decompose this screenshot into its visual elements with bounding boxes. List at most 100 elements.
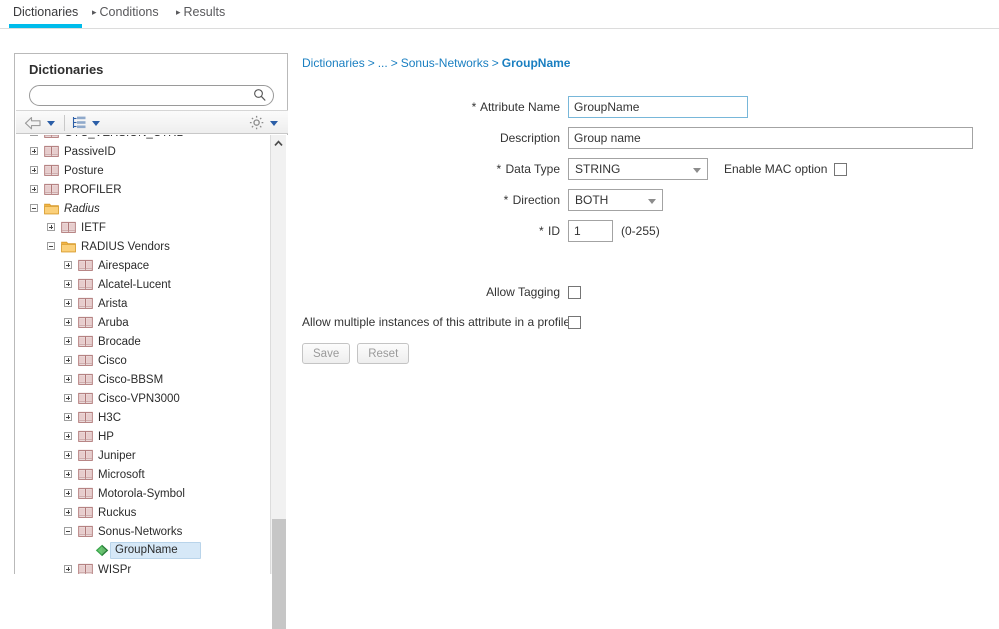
tree-expand-toggle[interactable] xyxy=(64,507,74,518)
tree-item[interactable]: WISPr xyxy=(16,560,270,574)
tree-item-icon xyxy=(61,221,81,234)
tree-item[interactable]: Microsoft xyxy=(16,465,270,484)
direction-select[interactable]: BOTH xyxy=(568,189,663,211)
tree-expand-toggle[interactable] xyxy=(64,317,74,328)
tree-item[interactable]: Ruckus xyxy=(16,503,270,522)
tab-label: Conditions xyxy=(99,5,159,19)
tree-item[interactable]: IETF xyxy=(16,218,270,237)
tree-expand-toggle[interactable] xyxy=(64,431,74,442)
description-input[interactable] xyxy=(568,127,973,149)
tree-item[interactable]: RADIUS Vendors xyxy=(16,237,270,256)
dictionary-book-icon xyxy=(44,183,59,195)
tree-expand-toggle[interactable] xyxy=(64,374,74,385)
tree-item[interactable]: Aruba xyxy=(16,313,270,332)
tree-item[interactable]: GTC_VERSION_CTRL xyxy=(16,135,270,142)
tree-item-selected[interactable]: GroupName xyxy=(16,541,270,560)
tree-expand-toggle[interactable] xyxy=(64,279,74,290)
allow-multiple-label: Allow multiple instances of this attribu… xyxy=(302,315,571,329)
tree-item[interactable]: Cisco-BBSM xyxy=(16,370,270,389)
tree-expand-toggle[interactable] xyxy=(64,393,74,404)
tree-item[interactable]: Airespace xyxy=(16,256,270,275)
attribute-name-input[interactable] xyxy=(568,96,748,118)
tree-scrollbar[interactable] xyxy=(270,135,286,629)
tree-item[interactable]: Cisco-VPN3000 xyxy=(16,389,270,408)
tab-caret-icon: ▸ xyxy=(92,7,97,17)
tab-label: Results xyxy=(183,5,226,19)
enable-mac-option-checkbox[interactable] xyxy=(834,162,848,176)
tree-item[interactable]: H3C xyxy=(16,408,270,427)
dictionary-book-icon xyxy=(78,468,93,480)
back-button[interactable] xyxy=(24,113,55,133)
scroll-up-button[interactable] xyxy=(271,135,286,151)
dictionary-book-icon xyxy=(78,563,93,574)
tree-item-label: GTC_VERSION_CTRL xyxy=(64,135,183,140)
breadcrumb-item[interactable]: Dictionaries xyxy=(302,56,365,70)
allow-multiple-checkbox[interactable] xyxy=(568,315,581,329)
tree-expand-toggle[interactable] xyxy=(30,165,40,176)
dictionary-book-icon xyxy=(78,525,93,537)
tree-item-icon xyxy=(44,145,64,158)
tree-expand-toggle[interactable] xyxy=(64,298,74,309)
tree-expand-toggle[interactable] xyxy=(64,260,74,271)
tree-item[interactable]: Alcatel-Lucent xyxy=(16,275,270,294)
tree-expand-toggle[interactable] xyxy=(64,336,74,347)
tree-item[interactable]: PassiveID xyxy=(16,142,270,161)
enable-mac-option[interactable]: Enable MAC option xyxy=(724,162,848,176)
back-arrow-icon xyxy=(24,116,41,129)
tree-item-icon xyxy=(78,354,98,367)
tree-view-button[interactable] xyxy=(72,113,100,133)
scrollbar-thumb[interactable] xyxy=(272,519,286,629)
tree-expand-toggle[interactable] xyxy=(64,412,74,423)
tree-item[interactable]: Juniper xyxy=(16,446,270,465)
tree-expand-toggle[interactable] xyxy=(47,222,57,233)
tree-item[interactable]: Arista xyxy=(16,294,270,313)
breadcrumb-item[interactable]: ... xyxy=(378,56,388,70)
required-marker: * xyxy=(496,162,502,176)
tree-expand-toggle[interactable] xyxy=(64,564,74,575)
settings-dropdown-caret[interactable] xyxy=(270,120,278,126)
search-box[interactable] xyxy=(29,85,274,106)
search-input[interactable] xyxy=(29,85,274,106)
tree-collapse-toggle[interactable] xyxy=(30,203,40,214)
tree-item[interactable]: Radius xyxy=(16,199,270,218)
tree-collapse-toggle[interactable] xyxy=(47,241,57,252)
save-button[interactable]: Save xyxy=(302,343,351,364)
tree-expand-toggle[interactable] xyxy=(64,450,74,461)
tree-item[interactable]: Cisco xyxy=(16,351,270,370)
tree-item-label: WISPr xyxy=(98,563,132,575)
gear-icon xyxy=(249,115,264,130)
breadcrumb-item[interactable]: Sonus-Networks xyxy=(401,56,489,70)
tree-expand-toggle[interactable] xyxy=(30,184,40,195)
tab-conditions[interactable]: ▸ Conditions xyxy=(88,3,163,25)
tab-results[interactable]: ▸ Results xyxy=(172,3,229,25)
dictionary-tree[interactable]: GTC_VERSION_CTRL PassiveID Posture PROFILER… xyxy=(16,135,288,574)
tree-item[interactable]: Sonus-Networks xyxy=(16,522,270,541)
tree-item-label: Radius xyxy=(64,202,100,215)
tree-item[interactable]: Motorola-Symbol xyxy=(16,484,270,503)
dictionary-book-icon xyxy=(44,145,59,157)
reset-button[interactable]: Reset xyxy=(357,343,410,364)
tree-item[interactable]: HP xyxy=(16,427,270,446)
tree-item-icon xyxy=(78,563,98,574)
allow-tagging-checkbox[interactable] xyxy=(568,285,581,299)
tree-item[interactable]: Brocade xyxy=(16,332,270,351)
id-input[interactable] xyxy=(568,220,613,242)
tab-dictionaries[interactable]: Dictionaries xyxy=(9,3,83,28)
tree-item-icon xyxy=(44,183,64,196)
tree-view-dropdown-caret[interactable] xyxy=(92,120,100,126)
tree-expand-toggle[interactable] xyxy=(64,355,74,366)
tree-expand-toggle[interactable] xyxy=(30,135,40,138)
data-type-select[interactable]: STRING xyxy=(568,158,708,180)
tree-expand-toggle[interactable] xyxy=(64,469,74,480)
tree-item[interactable]: PROFILER xyxy=(16,180,270,199)
tree-item-label: Airespace xyxy=(98,259,150,272)
dictionary-book-icon xyxy=(78,354,93,366)
settings-button[interactable] xyxy=(249,113,278,133)
chevron-down-icon xyxy=(648,199,656,204)
tree-item[interactable]: Posture xyxy=(16,161,270,180)
tree-collapse-toggle[interactable] xyxy=(64,526,74,537)
tree-expand-toggle[interactable] xyxy=(64,488,74,499)
back-dropdown-caret[interactable] xyxy=(47,120,55,126)
id-row: * ID (0-255) xyxy=(302,220,992,242)
tree-expand-toggle[interactable] xyxy=(30,146,40,157)
